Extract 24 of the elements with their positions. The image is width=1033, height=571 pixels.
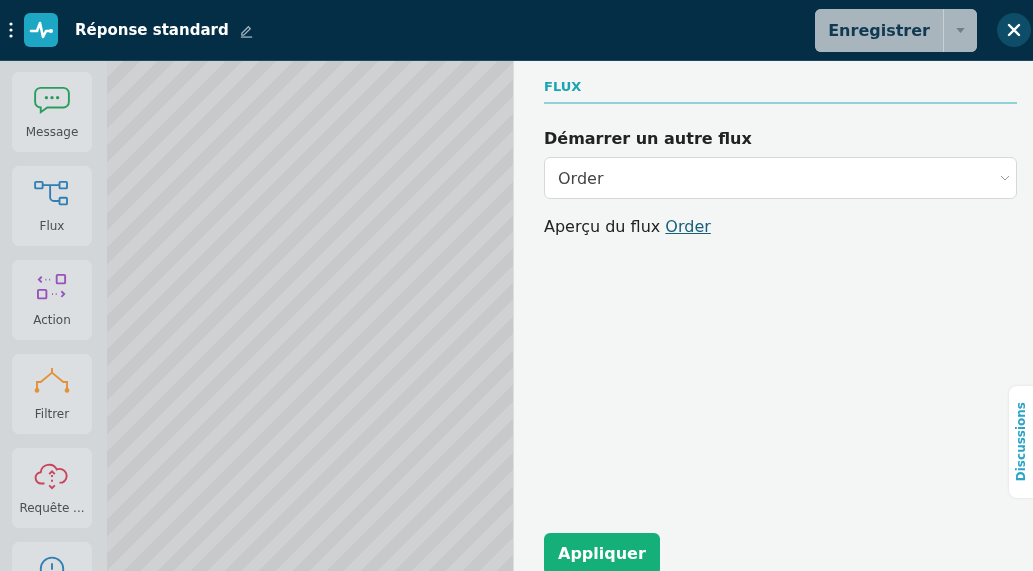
more-icon[interactable] [9, 22, 13, 38]
block-card[interactable]: Action [12, 260, 92, 340]
block-card[interactable]: Flux [12, 166, 92, 246]
block-label: Requête ... [19, 501, 85, 515]
block-label: Flux [39, 219, 65, 233]
close-icon [1007, 23, 1021, 37]
section-heading: FLUX [544, 79, 1017, 104]
caret-icon [956, 27, 965, 33]
block-label: Message [25, 125, 79, 139]
close-button[interactable] [997, 13, 1031, 47]
save-options-button[interactable] [943, 8, 977, 52]
field-label: Démarrer un autre flux [544, 129, 753, 148]
flow-title: Réponse standard [75, 21, 229, 39]
preview-text: Aperçu du flux Order [544, 217, 712, 236]
block-card[interactable]: Filtrer [12, 354, 92, 434]
chevron-down-icon [1000, 175, 1010, 181]
pulse-logo-icon [24, 13, 58, 47]
speech-bubble-icon [33, 85, 71, 115]
block-label: Action [33, 313, 71, 327]
block-card[interactable]: Requête ... [12, 448, 92, 528]
block-label: Filtrer [34, 407, 70, 421]
flow-link[interactable]: Order [665, 217, 711, 236]
flow-select[interactable]: Order [544, 157, 1017, 199]
block-card[interactable]: Message [12, 72, 92, 152]
